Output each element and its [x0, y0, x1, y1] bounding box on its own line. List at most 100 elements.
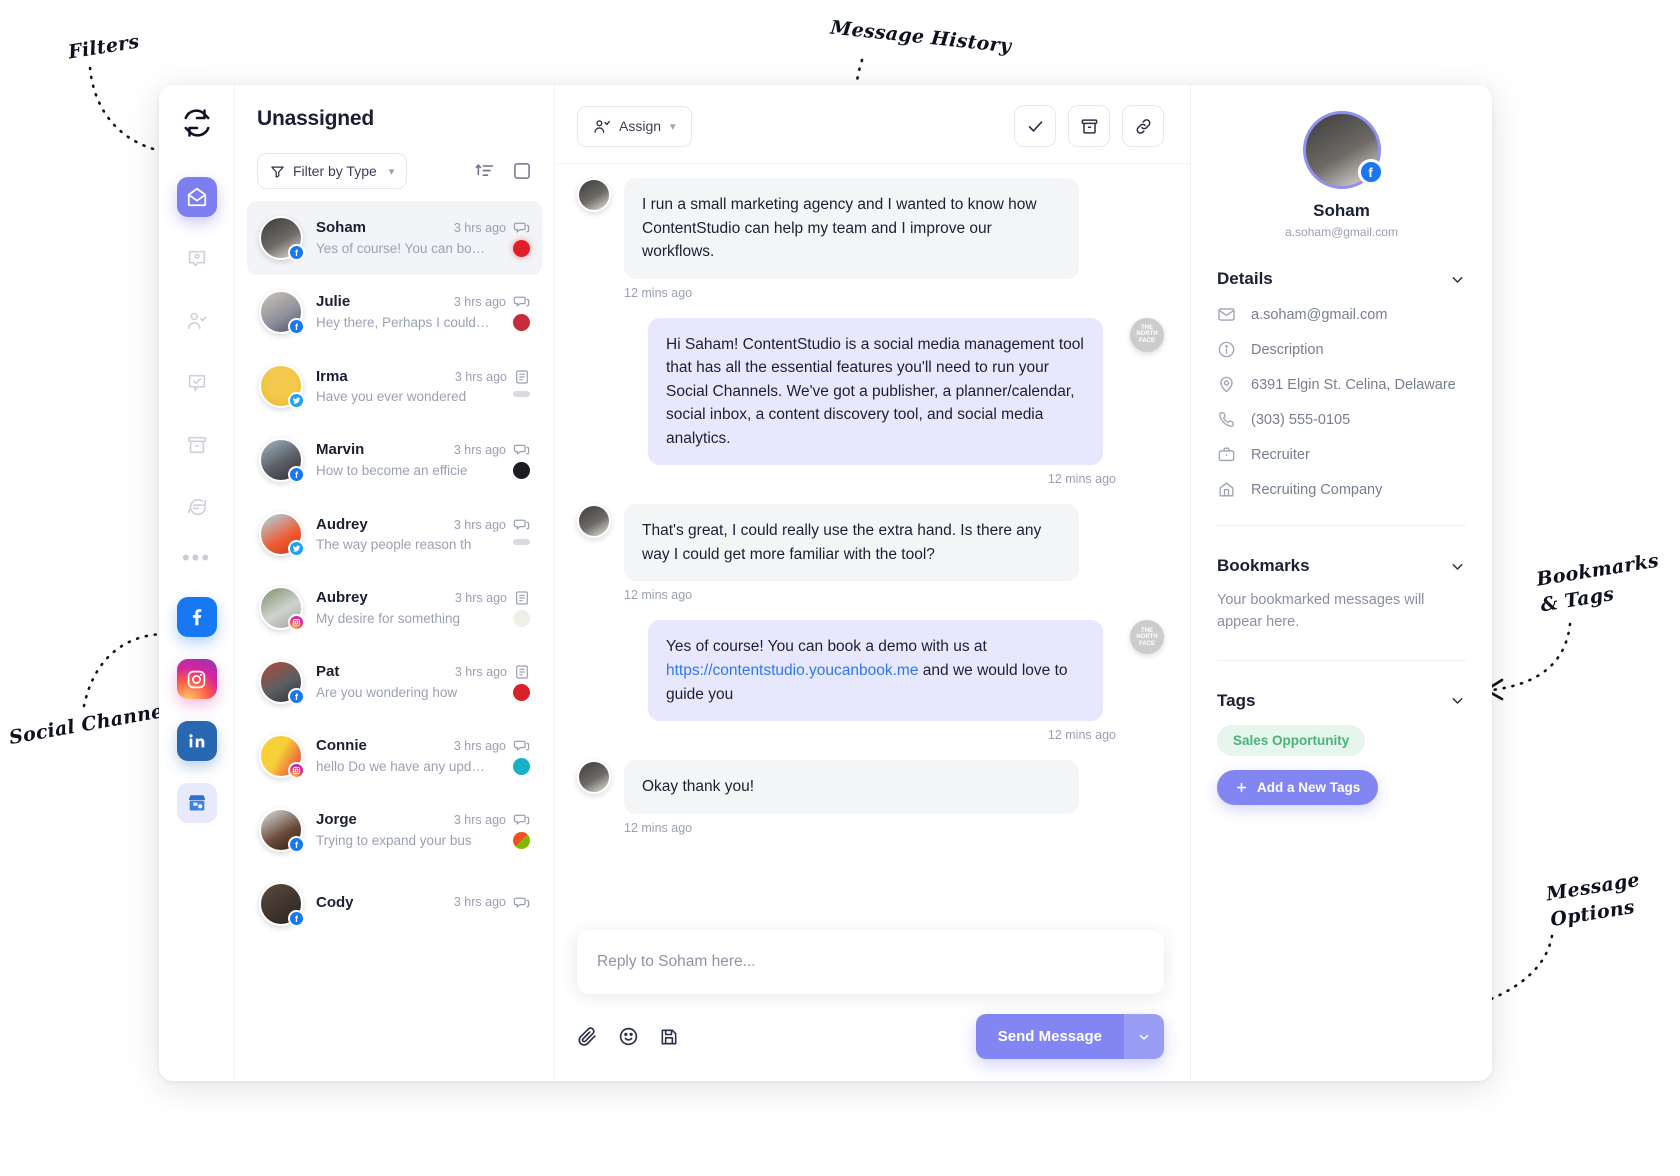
- thread-actions: [1014, 105, 1164, 147]
- message-link[interactable]: https://contentstudio.youcanbook.me: [666, 662, 918, 679]
- messages-icon: [513, 516, 530, 533]
- info-circle-icon: [1217, 340, 1237, 359]
- bookmarks-section-header[interactable]: Bookmarks: [1217, 556, 1466, 576]
- message-incoming: That's great, I could really use the ext…: [577, 504, 1164, 582]
- list-item-preview: The way people reason th: [316, 537, 472, 552]
- filter-by-type-button[interactable]: Filter by Type ▾: [257, 153, 408, 189]
- add-tag-row: Add a New Tags: [1217, 756, 1466, 805]
- sort-ascending-icon[interactable]: [475, 161, 495, 181]
- sidebar-item-inbox[interactable]: [176, 177, 217, 217]
- list-item[interactable]: f Cody 3 hrs ago: [247, 867, 542, 941]
- conversation-list[interactable]: f Soham 3 hrs ago Yes of course! You can…: [235, 201, 554, 1081]
- archive-button[interactable]: [1068, 105, 1110, 147]
- sidebar-item-assigned[interactable]: [177, 301, 217, 341]
- send-message-group: Send Message: [975, 1014, 1164, 1059]
- mark-done-button[interactable]: [1014, 105, 1056, 147]
- brand-avatar: [513, 832, 530, 849]
- channel-instagram[interactable]: [176, 659, 217, 699]
- inbox-open-envelope-icon: [186, 186, 208, 208]
- list-item[interactable]: Audrey 3 hrs ago The way people reason t…: [247, 497, 542, 571]
- list-item-preview: Are you wondering how: [316, 685, 458, 700]
- sidebar-item-notes[interactable]: [177, 487, 217, 527]
- list-item-name: Aubrey: [316, 589, 368, 606]
- emoji-smiley-icon[interactable]: [618, 1026, 639, 1047]
- list-item[interactable]: f Julie 3 hrs ago Hey there, Perhaps I c…: [247, 275, 542, 349]
- list-item[interactable]: f Pat 3 hrs ago Are you wondering how: [247, 645, 542, 719]
- send-options-button[interactable]: [1124, 1014, 1164, 1059]
- sidebar-item-tasks[interactable]: [177, 363, 217, 403]
- add-new-tag-button[interactable]: Add a New Tags: [1217, 769, 1379, 805]
- chevron-down-icon[interactable]: [1449, 692, 1466, 709]
- list-item[interactable]: Irma 3 hrs ago Have you ever wondered: [247, 349, 542, 423]
- list-item-name: Julie: [316, 293, 351, 310]
- paperclip-icon[interactable]: [577, 1026, 598, 1047]
- messages-icon: [513, 894, 530, 911]
- list-item-preview: My desire for something: [316, 611, 461, 626]
- detail-value: 6391 Elgin St. Celina, Delaware: [1251, 376, 1456, 393]
- instagram-badge-icon: [288, 614, 305, 631]
- brand-avatar: [513, 758, 530, 775]
- check-icon: [1026, 117, 1045, 136]
- tags-section-header[interactable]: Tags: [1217, 691, 1466, 711]
- copy-link-button[interactable]: [1122, 105, 1164, 147]
- bookmarks-empty-message: Your bookmarked messages will appear her…: [1217, 592, 1425, 630]
- phone-icon: [1217, 410, 1237, 429]
- message-bubble: That's great, I could really use the ext…: [624, 504, 1079, 582]
- list-item[interactable]: Connie 3 hrs ago hello Do we have any up…: [247, 719, 542, 793]
- annotation-filters: Filters: [66, 30, 141, 64]
- detail-value: Recruiter: [1251, 446, 1310, 463]
- facebook-icon: [186, 606, 208, 628]
- user-check-icon: [186, 310, 208, 332]
- list-item[interactable]: f Soham 3 hrs ago Yes of course! You can…: [247, 201, 542, 275]
- add-new-tag-label: Add a New Tags: [1257, 779, 1361, 795]
- channel-linkedin[interactable]: [176, 721, 217, 761]
- instagram-icon: [186, 669, 207, 690]
- list-item-name: Cody: [316, 893, 354, 911]
- chevron-down-icon: ▾: [670, 120, 676, 133]
- list-item[interactable]: f Marvin 3 hrs ago How to become an effi…: [247, 423, 542, 497]
- details-section-header[interactable]: Details: [1217, 269, 1466, 289]
- avatar: f: [259, 808, 305, 853]
- facebook-badge-icon: f: [288, 836, 305, 853]
- funnel-icon: [270, 164, 285, 179]
- refresh-icon[interactable]: [179, 105, 215, 141]
- sidebar-item-archive[interactable]: [177, 425, 217, 465]
- message-outgoing: Yes of course! You can book a demo with …: [577, 620, 1164, 722]
- detail-value: (303) 555-0105: [1251, 411, 1351, 428]
- message-bubble: Hi Saham! ContentStudio is a social medi…: [648, 317, 1103, 466]
- sidebar-item-contacts[interactable]: [177, 239, 217, 279]
- brand-avatar: [513, 314, 530, 331]
- list-item-time: 3 hrs ago: [453, 517, 506, 532]
- message-outgoing: Hi Saham! ContentStudio is a social medi…: [577, 317, 1164, 466]
- location-pin-icon: [1217, 375, 1237, 394]
- chevron-down-icon[interactable]: [1449, 271, 1466, 288]
- channel-google-my-business[interactable]: [176, 783, 217, 823]
- list-item[interactable]: Aubrey 3 hrs ago My desire for something: [247, 571, 542, 645]
- send-message-button[interactable]: Send Message: [975, 1014, 1124, 1059]
- save-draft-icon[interactable]: [659, 1027, 679, 1047]
- list-item-time: 3 hrs ago: [453, 738, 506, 753]
- avatar: f: [259, 290, 305, 335]
- avatar: [577, 760, 611, 795]
- brand-avatar: [513, 684, 530, 701]
- message-text-before: Yes of course! You can book a demo with …: [666, 638, 987, 656]
- status-badge[interactable]: Sales Opportunity: [1217, 724, 1366, 756]
- page-title: Unassigned: [257, 107, 375, 130]
- chevron-down-icon: [1137, 1030, 1151, 1044]
- contact-email: a.soham@gmail.com: [1285, 225, 1398, 239]
- list-item[interactable]: f Jorge 3 hrs ago Trying to expand your …: [247, 793, 542, 867]
- list-item-name: Irma: [316, 368, 348, 385]
- conversation-list-header: Unassigned: [235, 85, 554, 131]
- assign-button[interactable]: Assign ▾: [577, 105, 692, 147]
- more-dots-icon[interactable]: •••: [182, 547, 211, 569]
- list-item-preview: hello Do we have any update h...: [316, 759, 491, 774]
- message-incoming: I run a small marketing agency and I wan…: [577, 178, 1164, 279]
- instagram-badge-icon: [288, 762, 305, 779]
- channel-facebook[interactable]: [176, 597, 217, 637]
- google-my-business-icon: [186, 792, 208, 814]
- list-item-name: Audrey: [316, 516, 368, 533]
- brand-avatar: [513, 391, 530, 397]
- chevron-down-icon[interactable]: [1449, 558, 1466, 575]
- checkbox-empty-icon[interactable]: [512, 161, 532, 181]
- reply-input[interactable]: Reply to Soham here...: [577, 930, 1164, 994]
